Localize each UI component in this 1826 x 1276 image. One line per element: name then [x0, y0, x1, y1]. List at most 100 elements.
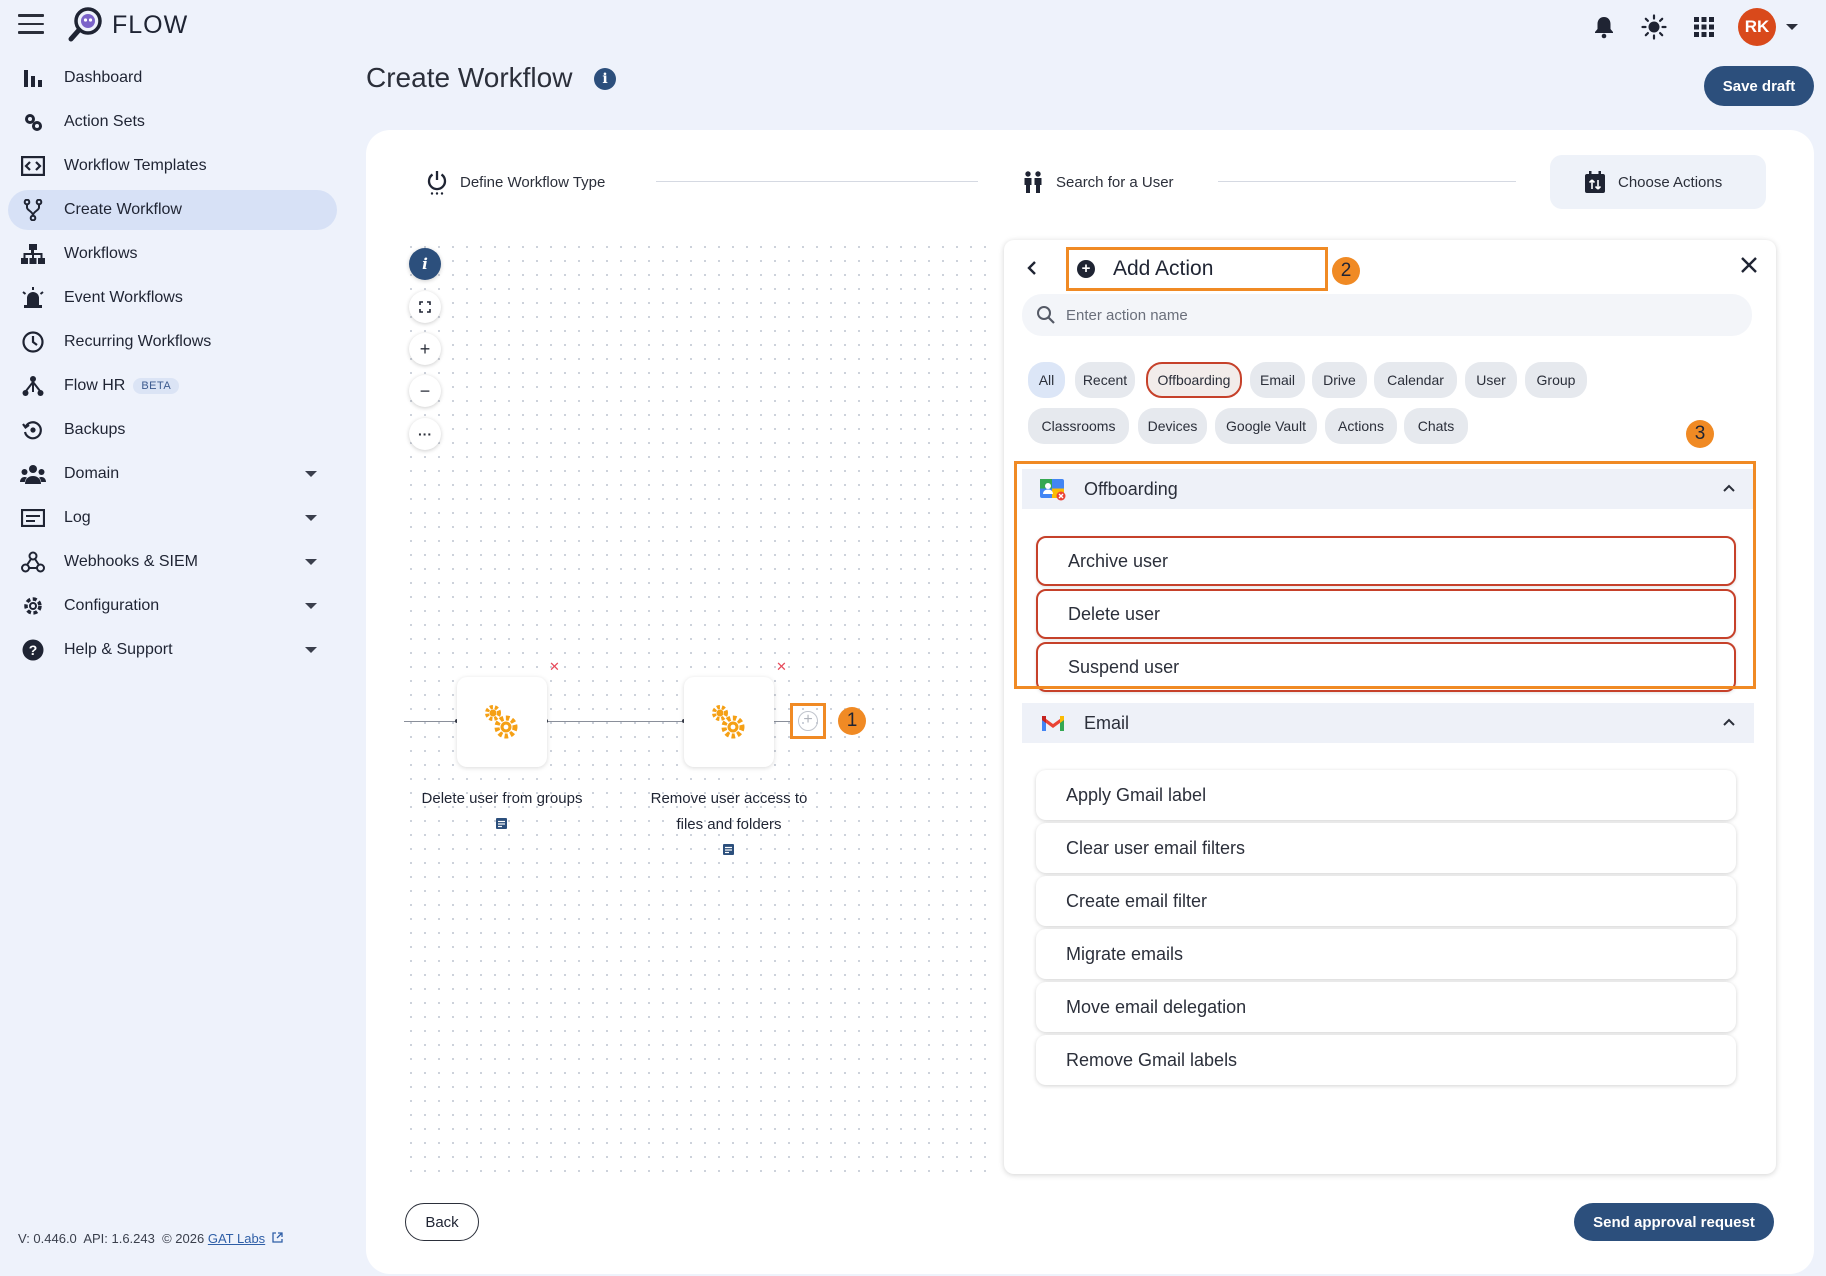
expand-chevron-icon[interactable] [305, 647, 317, 653]
expand-chevron-icon[interactable] [305, 559, 317, 565]
node-label: Remove user access to files and folders [634, 786, 824, 838]
workflow-node[interactable] [457, 677, 547, 767]
expand-chevron-icon[interactable] [305, 515, 317, 521]
action-create-email-filter[interactable]: Create email filter [1036, 876, 1736, 926]
sidebar-item-workflow-templates[interactable]: Workflow Templates [8, 146, 337, 186]
brightness-icon[interactable] [1638, 11, 1670, 43]
sidebar-item-workflows[interactable]: Workflows [8, 234, 337, 274]
connector-line [772, 721, 790, 722]
clock-icon [20, 329, 46, 355]
fit-view-button[interactable] [409, 291, 441, 323]
sidebar-item-recurring-workflows[interactable]: Recurring Workflows [8, 322, 337, 362]
workflow-canvas[interactable]: i + − ··· ✕ Delete user from groups ✕ Re… [404, 240, 994, 1180]
step-define-workflow-type[interactable]: Define Workflow Type [424, 155, 605, 209]
back-button[interactable]: Back [405, 1203, 479, 1241]
flow-logo-icon [68, 7, 102, 42]
sidebar-item-log[interactable]: Log [8, 498, 337, 538]
sidebar-item-event-workflows[interactable]: Event Workflows [8, 278, 337, 318]
sidebar-item-label: Configuration [64, 597, 160, 614]
step-choose-actions[interactable]: Choose Actions [1550, 155, 1766, 209]
external-link-icon [272, 1232, 283, 1243]
sidebar-item-create-workflow[interactable]: Create Workflow [8, 190, 337, 230]
search-input[interactable] [1066, 306, 1666, 324]
apps-grid-icon[interactable] [1688, 11, 1720, 43]
chip-offboarding[interactable]: Offboarding [1146, 362, 1242, 398]
annotation-badge: 2 [1332, 257, 1360, 285]
log-icon [20, 505, 46, 531]
close-icon[interactable] [1740, 250, 1758, 281]
chip-devices[interactable]: Devices [1138, 408, 1207, 444]
user-avatar[interactable]: RK [1738, 8, 1776, 46]
sidebar-item-action-sets[interactable]: Action Sets [8, 102, 337, 142]
chip-email[interactable]: Email [1250, 362, 1305, 398]
app-version: V: 0.446.0 [18, 1231, 77, 1246]
zoom-in-button[interactable]: + [409, 333, 441, 365]
expand-chevron-icon[interactable] [305, 603, 317, 609]
chip-chats[interactable]: Chats [1404, 408, 1468, 444]
workflow-node[interactable] [684, 677, 774, 767]
app-name: FLOW [112, 10, 189, 39]
add-step-button[interactable]: + [790, 703, 826, 739]
chip-google-vault[interactable]: Google Vault [1215, 408, 1317, 444]
sidebar-item-label: Webhooks & SIEM [64, 553, 198, 570]
action-clear-email-filters[interactable]: Clear user email filters [1036, 823, 1736, 873]
sidebar-item-label: Recurring Workflows [64, 333, 212, 350]
remove-node-icon[interactable]: ✕ [549, 659, 560, 675]
sidebar-item-webhooks-siem[interactable]: Webhooks & SIEM [8, 542, 337, 582]
expand-chevron-icon[interactable] [305, 471, 317, 477]
canvas-info-button[interactable]: i [409, 248, 441, 280]
chip-group[interactable]: Group [1525, 362, 1587, 398]
remove-node-icon[interactable]: ✕ [776, 659, 787, 675]
action-move-email-delegation[interactable]: Move email delegation [1036, 982, 1736, 1032]
more-options-button[interactable]: ··· [409, 418, 441, 450]
chip-classrooms[interactable]: Classrooms [1028, 408, 1129, 444]
sidebar-item-flow-hr[interactable]: Flow HR BETA [8, 366, 337, 406]
app-logo[interactable]: FLOW [66, 6, 188, 44]
chip-user[interactable]: User [1465, 362, 1517, 398]
info-icon[interactable]: i [594, 68, 616, 90]
save-draft-button[interactable]: Save draft [1704, 66, 1814, 106]
chevron-up-icon[interactable] [1720, 713, 1738, 731]
sidebar-item-label: Workflows [64, 245, 138, 262]
account-menu-chevron-icon[interactable] [1786, 24, 1798, 30]
sidebar-item-dashboard[interactable]: Dashboard [8, 58, 337, 98]
chip-recent[interactable]: Recent [1075, 362, 1135, 398]
copyright: © 2026 [162, 1231, 205, 1246]
sidebar-item-configuration[interactable]: Configuration [8, 586, 337, 626]
add-circle-icon: + [798, 711, 818, 731]
action-migrate-emails[interactable]: Migrate emails [1036, 929, 1736, 979]
chip-actions[interactable]: Actions [1325, 408, 1397, 444]
zoom-out-button[interactable]: − [409, 375, 441, 407]
code-window-icon [20, 153, 46, 179]
notes-icon[interactable] [495, 817, 509, 831]
step-connector [1218, 181, 1516, 182]
chip-calendar[interactable]: Calendar [1374, 362, 1457, 398]
company-link[interactable]: GAT Labs [208, 1231, 265, 1246]
notes-icon[interactable] [722, 843, 736, 857]
action-search[interactable] [1022, 294, 1752, 336]
action-apply-gmail-label[interactable]: Apply Gmail label [1036, 770, 1736, 820]
stepper: Define Workflow Type Search for a User C… [366, 155, 1814, 209]
gears-icon [485, 705, 518, 739]
sidebar-item-label: Flow HR [64, 377, 126, 394]
bell-icon[interactable] [1588, 11, 1620, 43]
panel-title: Add Action [1113, 257, 1214, 280]
sidebar-item-help-support[interactable]: ? Help & Support [8, 630, 337, 670]
sidebar-item-backups[interactable]: Backups [8, 410, 337, 450]
action-remove-gmail-labels[interactable]: Remove Gmail labels [1036, 1035, 1736, 1085]
send-approval-request-button[interactable]: Send approval request [1574, 1203, 1774, 1241]
back-chevron-icon[interactable] [1026, 256, 1038, 282]
sidebar-item-label: Workflow Templates [64, 157, 207, 174]
group-users-icon [20, 461, 46, 487]
menu-icon[interactable] [18, 14, 44, 34]
section-email-header[interactable]: Email [1022, 703, 1754, 743]
api-version: API: 1.6.243 [83, 1231, 155, 1246]
annotation-badge: 1 [838, 707, 866, 735]
node-label-line: Remove user access to [650, 790, 808, 807]
users-icon [1020, 169, 1046, 195]
step-search-for-user[interactable]: Search for a User [1020, 155, 1174, 209]
gears-icon [712, 705, 745, 739]
chip-drive[interactable]: Drive [1312, 362, 1367, 398]
chip-all[interactable]: All [1028, 362, 1065, 398]
sidebar-item-domain[interactable]: Domain [8, 454, 337, 494]
